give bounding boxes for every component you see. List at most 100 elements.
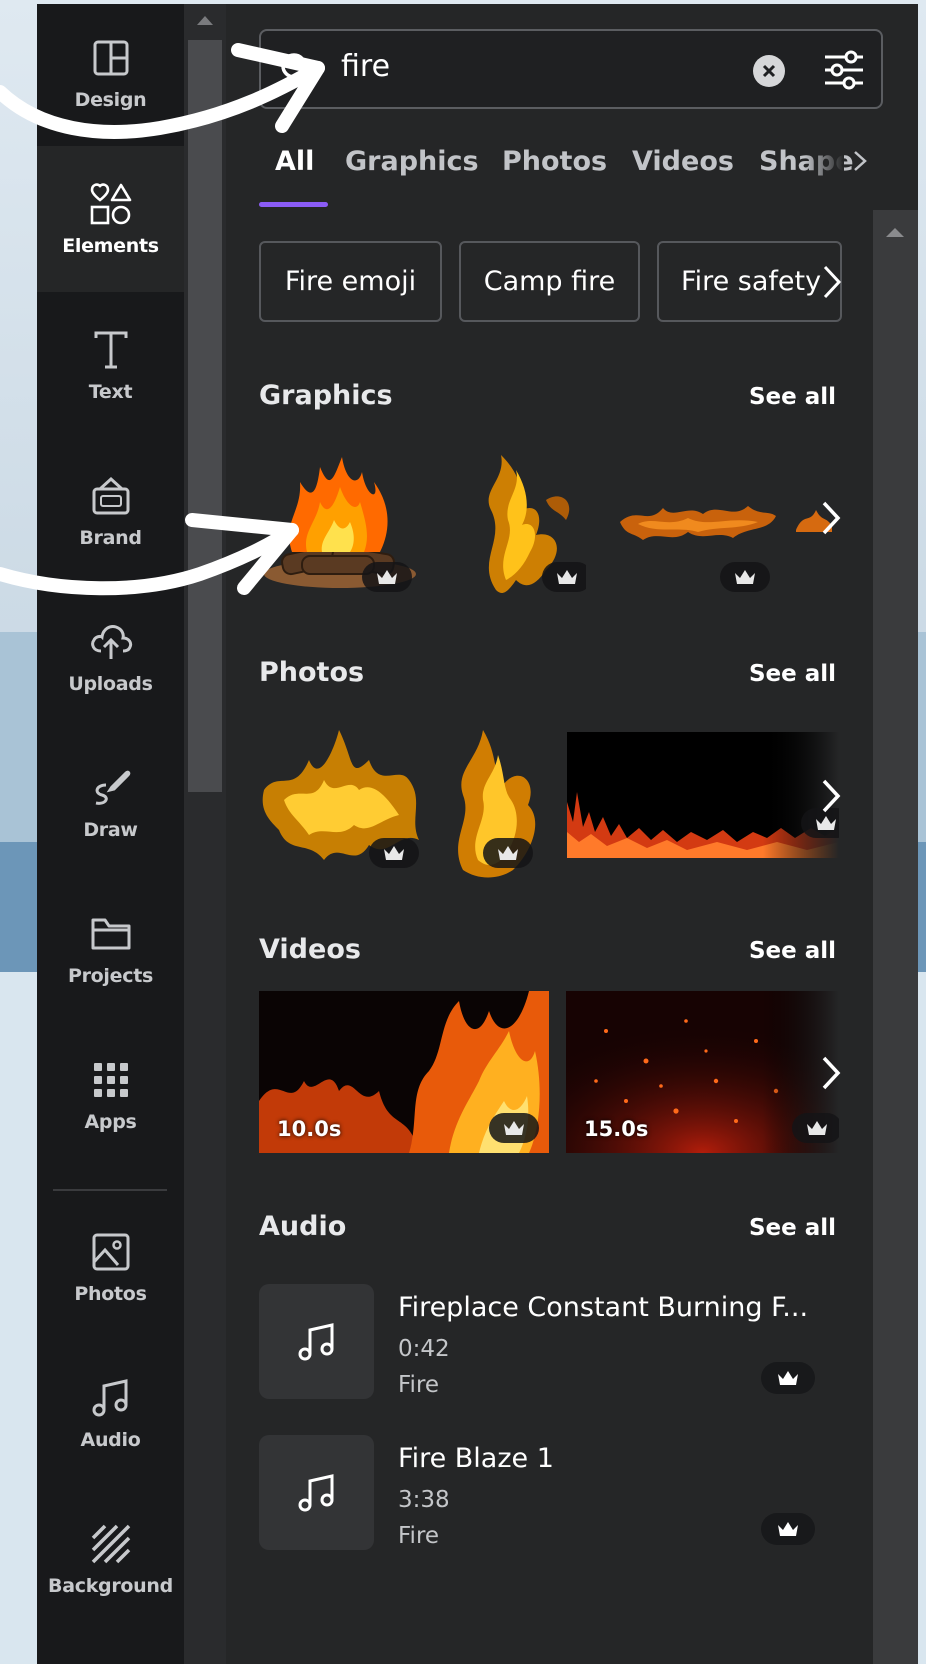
rail-item-label: Projects [67,965,153,987]
cloud-upload-icon [88,619,134,665]
crown-icon [816,816,836,830]
audio-duration: 3:38 [398,1487,450,1513]
music-note-icon [298,1322,333,1360]
see-all-audio-link[interactable]: See all [749,1215,836,1241]
image-icon [88,1229,134,1275]
suggestion-chip[interactable]: Camp fire [459,241,640,322]
audio-duration: 0:42 [398,1336,450,1362]
music-note-icon [298,1473,333,1511]
scroll-up-icon[interactable] [886,228,904,237]
rail-item-photos[interactable]: Photos [37,1194,184,1340]
audio-thumbnail[interactable] [259,1284,374,1399]
active-tab-indicator [259,202,328,207]
chevron-right-icon[interactable] [849,150,871,172]
rail-item-label: Audio [80,1429,141,1451]
chevron-right-icon[interactable] [820,262,844,302]
tab-videos[interactable]: Videos [632,146,734,177]
video-thumbnail[interactable]: 15.0s [566,991,839,1153]
crown-icon [384,846,404,860]
premium-badge [761,1513,815,1545]
rail-item-label: Uploads [68,673,153,695]
section-title-graphics: Graphics [259,380,393,411]
tab-graphics[interactable]: Graphics [345,146,479,177]
rail-item-audio[interactable]: Audio [37,1340,184,1486]
rail-divider [53,1189,167,1191]
text-icon [88,327,134,373]
chevron-right-icon[interactable] [818,498,844,538]
close-icon [762,64,776,78]
photo-flame-column[interactable] [443,720,549,880]
scrollbar-thumb[interactable] [188,40,222,792]
graphic-flame-swirl[interactable] [466,440,586,600]
video-duration: 10.0s [277,1117,342,1141]
premium-badge [761,1362,815,1394]
chip-label: Camp fire [483,266,616,297]
clear-search-button[interactable] [753,55,785,87]
crown-icon [504,1121,524,1135]
rail-item-label: Brand [79,527,142,549]
rail-item-label: Draw [83,819,138,841]
search-bar[interactable]: fire [259,29,883,109]
search-input[interactable]: fire [341,49,390,84]
audio-title: Fireplace Constant Burning F... [398,1292,809,1323]
rail-item-label: Design [74,89,147,111]
rail-item-label: Photos [74,1283,147,1305]
suggestion-chip[interactable]: Fire safety [657,241,842,322]
crown-icon [557,570,577,584]
crown-icon [498,846,518,860]
photo-fire-border[interactable] [567,732,839,858]
tab-photos[interactable]: Photos [502,146,607,177]
tabs-fade [804,142,844,182]
rail-scrollbar[interactable] [184,4,226,1664]
premium-badge [489,1113,539,1143]
rail-item-background[interactable]: Background [37,1486,184,1632]
premium-badge [542,562,586,592]
premium-badge [483,838,533,868]
filter-icon[interactable] [821,47,867,93]
panel-scrollbar[interactable] [873,210,918,1664]
graphic-campfire[interactable] [262,452,422,592]
music-note-icon [88,1375,134,1421]
chip-label: Fire emoji [284,266,417,297]
premium-badge [362,562,412,592]
see-all-videos-link[interactable]: See all [749,938,836,964]
graphic-fire-line[interactable] [618,486,778,592]
crown-icon [778,1371,798,1385]
rail-item-brand[interactable]: Brand [37,438,184,584]
audio-list-item[interactable]: Fire Blaze 1 3:38 Fire [259,1435,839,1551]
audio-thumbnail[interactable] [259,1435,374,1550]
rail-item-draw[interactable]: Draw [37,730,184,876]
chip-label: Fire safety [681,266,822,297]
rail-item-apps[interactable]: Apps [37,1022,184,1168]
rail-item-projects[interactable]: Projects [37,876,184,1022]
brand-bag-icon [88,473,134,519]
rail-item-text[interactable]: Text [37,292,184,438]
rail-item-design[interactable]: Design [37,0,184,146]
hatch-icon [88,1521,134,1567]
audio-tag: Fire [398,1523,440,1549]
crown-icon [377,570,397,584]
audio-title: Fire Blaze 1 [398,1443,554,1474]
grid-icon [88,1057,134,1103]
pen-icon [88,765,134,811]
suggestion-chip[interactable]: Fire emoji [259,241,442,322]
photo-flame-smoke[interactable] [259,720,431,880]
scroll-up-icon[interactable] [197,16,213,25]
tab-all[interactable]: All [275,146,314,177]
rail-item-elements[interactable]: Elements [37,146,184,292]
chevron-right-icon[interactable] [818,776,844,816]
rail-item-uploads[interactable]: Uploads [37,584,184,730]
premium-badge [792,1113,839,1143]
side-rail: Design Elements Text Brand Uploads Draw [37,4,184,1664]
shapes-icon [88,181,134,227]
see-all-graphics-link[interactable]: See all [749,384,836,410]
crown-icon [807,1121,827,1135]
see-all-photos-link[interactable]: See all [749,661,836,687]
chevron-right-icon[interactable] [818,1053,844,1093]
crown-icon [778,1522,798,1536]
video-duration: 15.0s [584,1117,649,1141]
crown-icon [735,570,755,584]
video-thumbnail[interactable]: 10.0s [259,991,549,1153]
layout-icon [88,35,134,81]
audio-list-item[interactable]: Fireplace Constant Burning F... 0:42 Fir… [259,1284,839,1400]
